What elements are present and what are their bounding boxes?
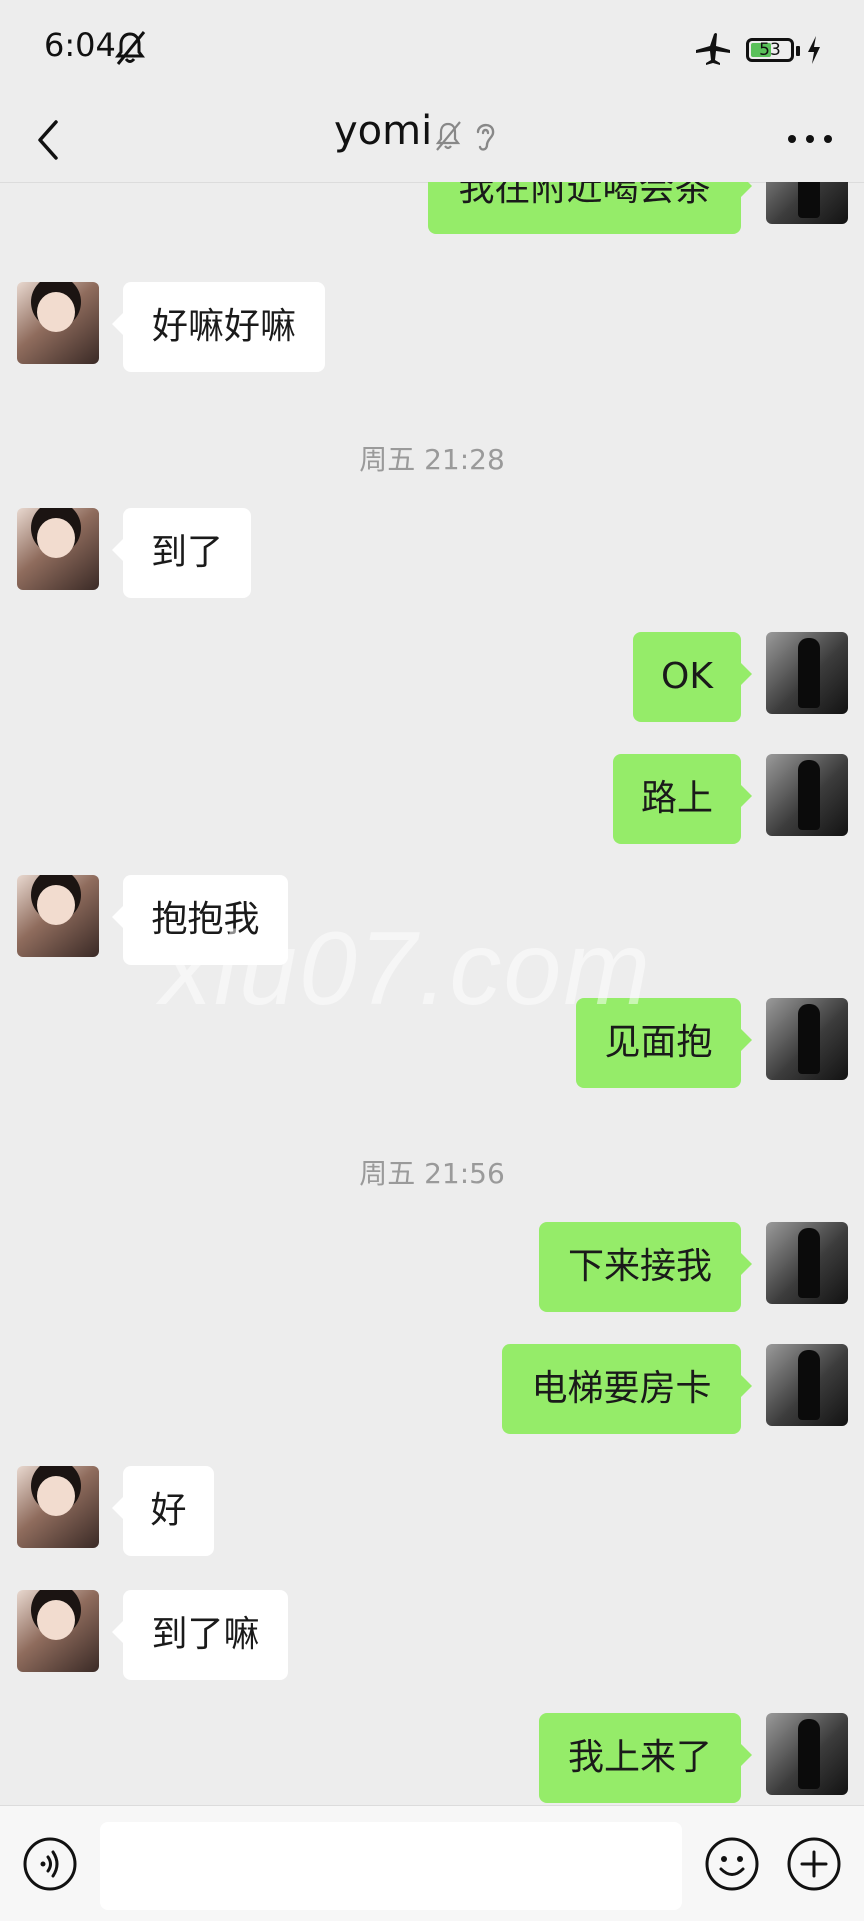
message-bubble-received[interactable]: 到了 (112, 508, 251, 598)
contact-avatar[interactable] (17, 1590, 99, 1672)
message-bubble-received[interactable]: 好嘛好嘛 (112, 282, 325, 372)
my-avatar[interactable] (766, 1222, 848, 1304)
message-row-received: 抱抱我 (0, 875, 864, 971)
message-row-received: 到了嘛 (0, 1590, 864, 1686)
contact-avatar[interactable] (17, 1466, 99, 1548)
message-bubble-received[interactable]: 好 (112, 1466, 214, 1556)
more-functions-icon[interactable] (786, 1836, 842, 1892)
status-bar: 6:04 53 (0, 0, 864, 100)
my-avatar[interactable] (766, 632, 848, 714)
status-time: 6:04 (44, 26, 116, 64)
battery-tip (796, 46, 800, 56)
chat-header: yomi (0, 100, 864, 183)
message-bubble-received[interactable]: 抱抱我 (112, 875, 288, 965)
message-bubble-sent[interactable]: 下来接我 (539, 1222, 752, 1312)
message-row-received: 好 (0, 1466, 864, 1562)
timestamp-label: 周五 21:56 (359, 1157, 505, 1190)
message-row-received: 好嘛好嘛 (0, 282, 864, 378)
message-row-sent: 我上来了 (0, 1713, 864, 1804)
my-avatar[interactable] (766, 1344, 848, 1426)
notification-muted-icon (115, 31, 146, 65)
airplane-mode-icon (696, 33, 730, 65)
message-row-sent: 见面抱 (0, 998, 864, 1094)
message-bubble-sent[interactable]: 电梯要房卡 (502, 1344, 752, 1434)
muted-bell-icon (435, 121, 461, 151)
contact-avatar[interactable] (17, 282, 99, 364)
message-bubble-sent[interactable]: 我上来了 (539, 1713, 752, 1803)
message-bubble-received[interactable]: 到了嘛 (112, 1590, 288, 1680)
message-row-received: 到了 (0, 508, 864, 604)
message-input[interactable] (100, 1822, 682, 1910)
charging-icon (808, 36, 820, 64)
message-bubble-sent[interactable]: 见面抱 (576, 998, 752, 1088)
battery-level: 53 (759, 40, 781, 60)
voice-input-icon[interactable] (22, 1836, 78, 1892)
battery-icon: 53 (746, 38, 794, 62)
emoji-icon[interactable] (704, 1836, 760, 1892)
back-icon[interactable] (30, 114, 70, 166)
my-avatar[interactable] (766, 754, 848, 836)
message-row-sent: 路上 (0, 754, 864, 850)
my-avatar[interactable] (766, 998, 848, 1080)
timestamp-label: 周五 21:28 (359, 443, 505, 476)
message-row-sent: 我在附近喝会茶 (0, 182, 864, 238)
earpiece-mode-icon (476, 123, 495, 151)
message-row-sent: 下来接我 (0, 1222, 864, 1318)
input-bar (0, 1805, 864, 1921)
chat-title: yomi (334, 108, 433, 154)
my-avatar[interactable] (766, 1713, 848, 1795)
contact-avatar[interactable] (17, 875, 99, 957)
message-bubble-sent[interactable]: 我在附近喝会茶 (428, 182, 752, 234)
message-row-sent: 电梯要房卡 (0, 1344, 864, 1440)
contact-avatar[interactable] (17, 508, 99, 590)
more-options-icon[interactable] (784, 124, 836, 154)
message-row-sent: OK (0, 632, 864, 728)
message-bubble-sent[interactable]: OK (633, 632, 752, 722)
message-bubble-sent[interactable]: 路上 (613, 754, 752, 844)
my-avatar[interactable] (766, 182, 848, 224)
chat-message-list[interactable]: 我在附近喝会茶 好嘛好嘛 周五 21:28 到了 OK 路上 抱抱我 见面抱 周… (0, 182, 864, 1804)
